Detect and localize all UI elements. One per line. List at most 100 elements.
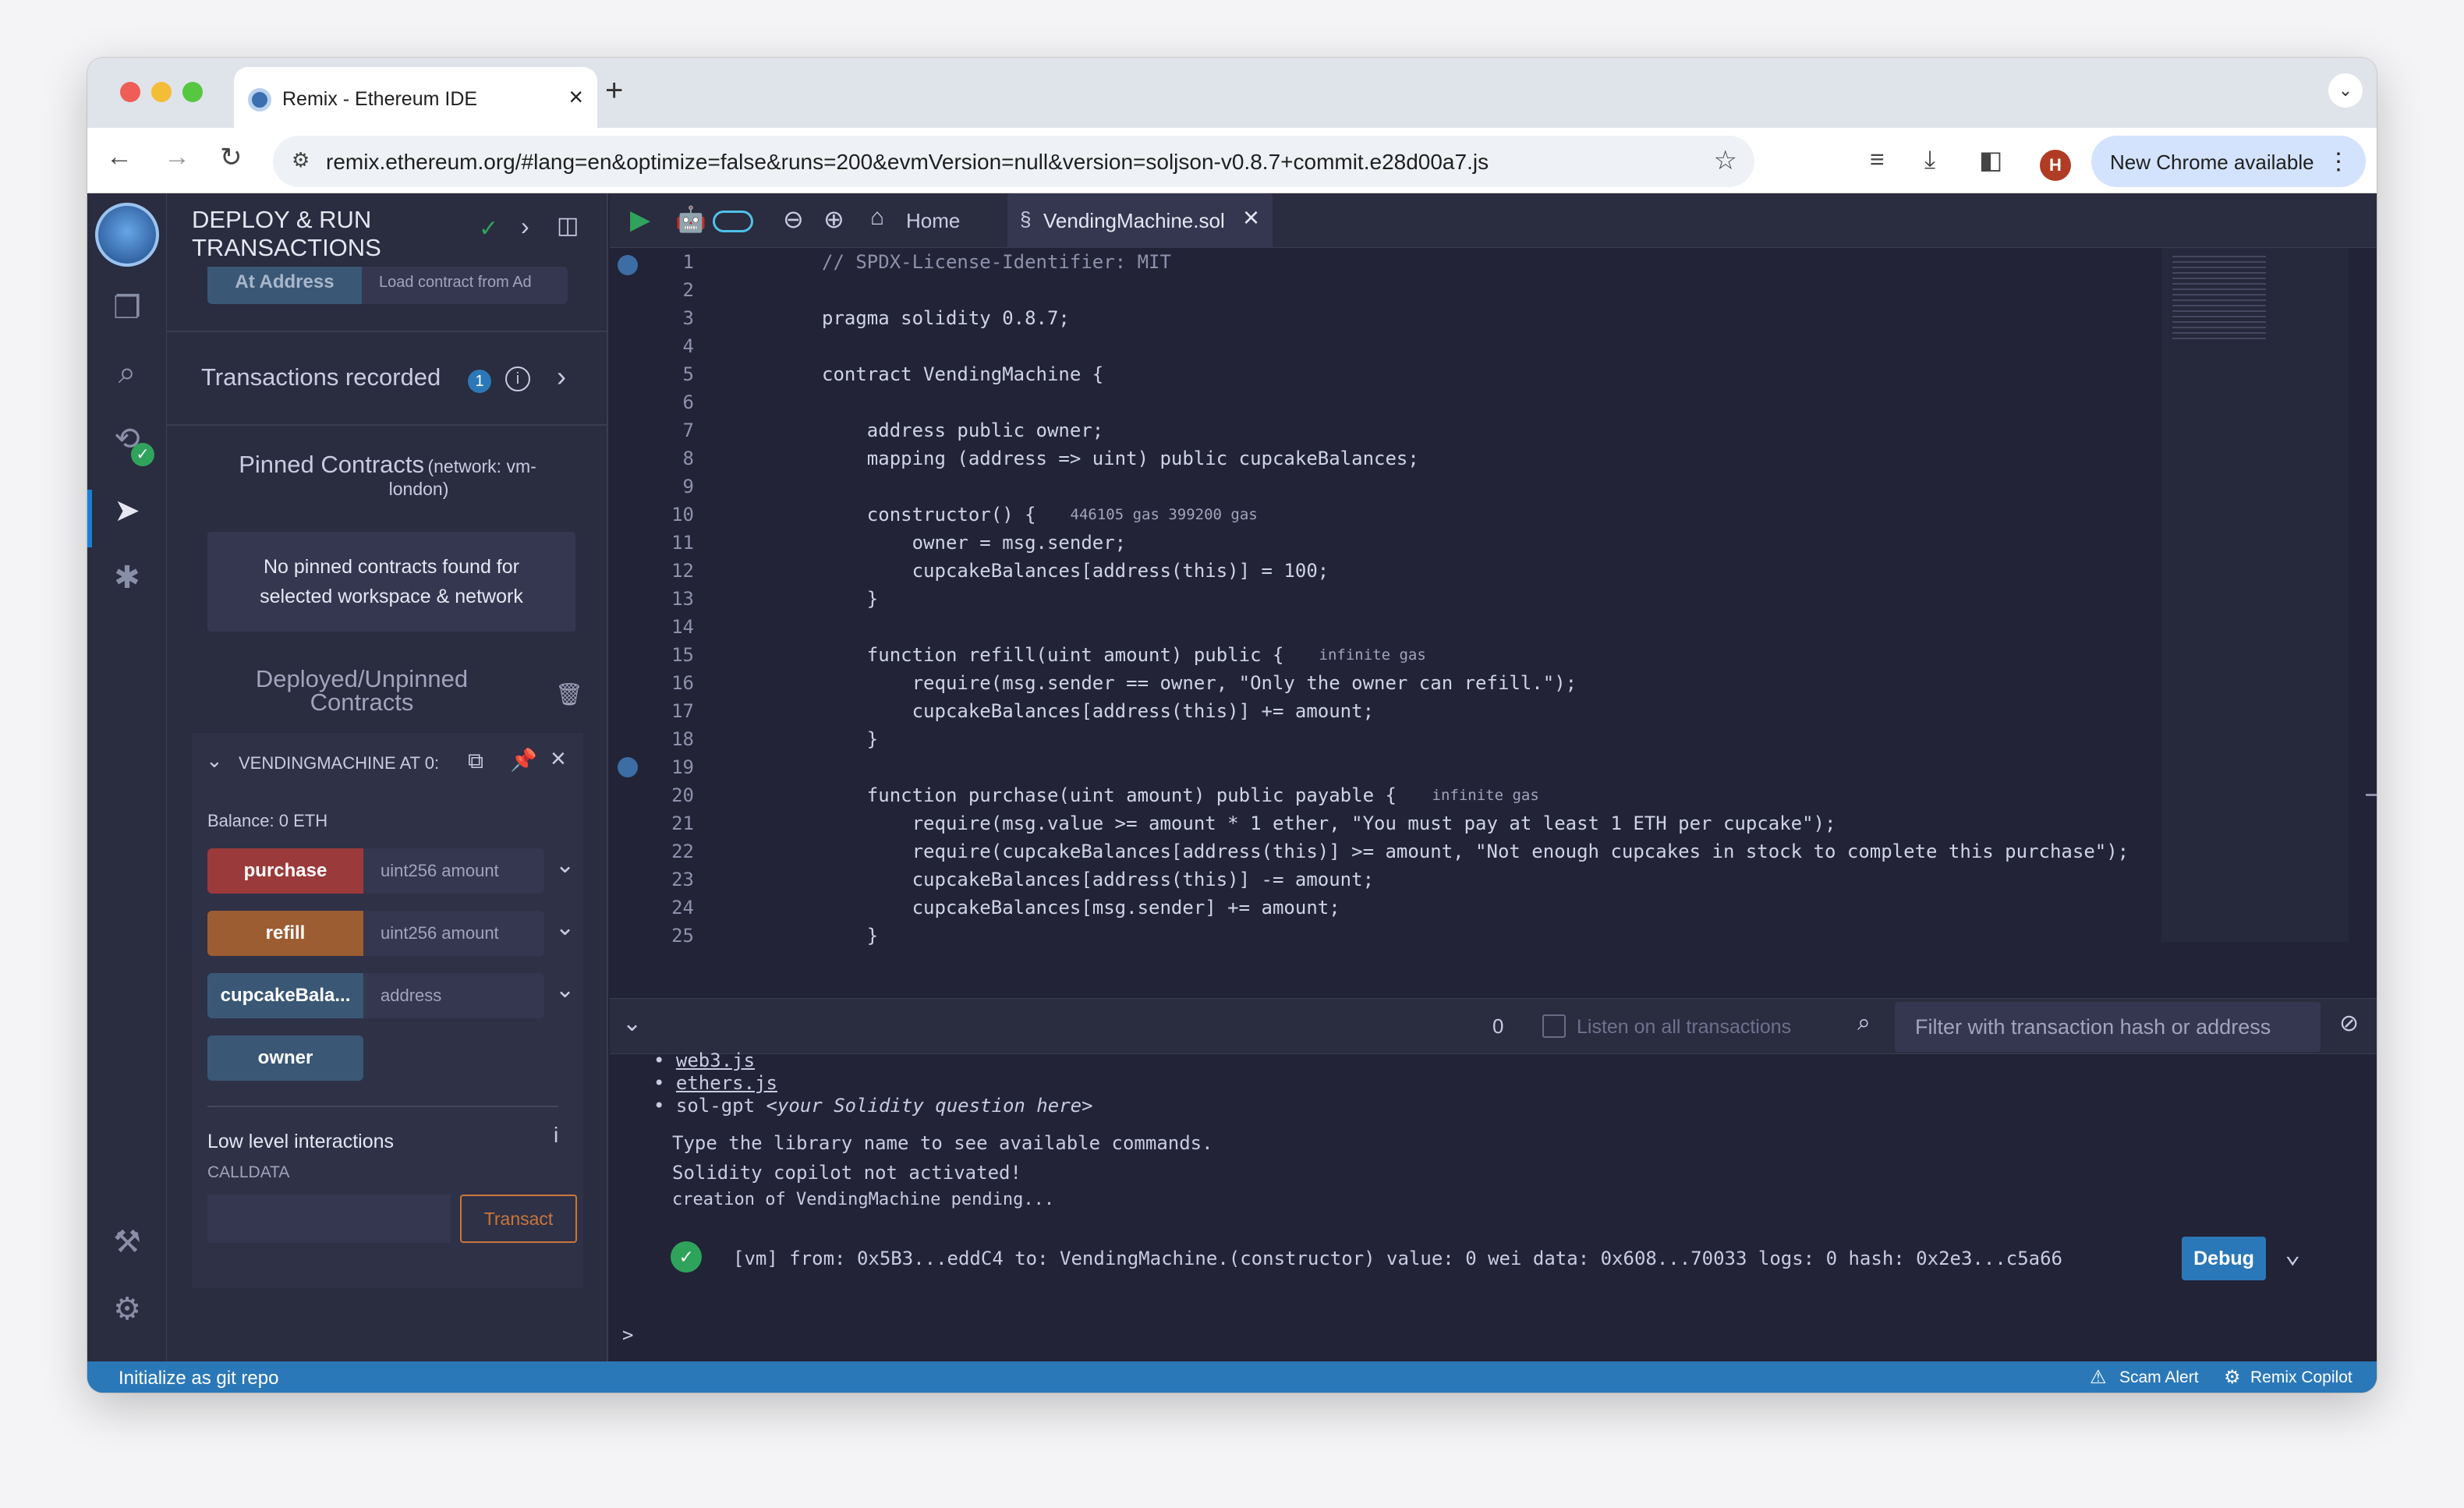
close-tab-icon[interactable]: × — [1243, 201, 1259, 234]
zoom-in-icon[interactable]: ⊕ — [823, 204, 844, 234]
code-line: require(msg.sender == owner, "Only the o… — [822, 672, 1577, 694]
copilot-toggle[interactable] — [713, 211, 753, 232]
terminal-prompt[interactable]: > — [622, 1324, 633, 1346]
debug-button[interactable]: Debug — [2182, 1237, 2266, 1280]
expand-chevron-icon[interactable]: ⌄ — [555, 976, 575, 1004]
terminal-output[interactable]: • web3.js • ethers.js • sol-gpt <your So… — [610, 1050, 2377, 1361]
search-icon[interactable]: ⌕ — [87, 356, 167, 391]
close-tab-icon[interactable]: × — [568, 83, 583, 112]
purchase-amount-input[interactable]: uint256 amount — [363, 848, 544, 894]
divider — [167, 331, 607, 332]
file-explorer-icon[interactable]: ❐ — [87, 290, 167, 326]
tab-title: Remix - Ethereum IDE — [282, 88, 478, 110]
web3-link[interactable]: web3.js — [676, 1050, 755, 1071]
copilot-robot-icon[interactable]: 🤖 — [675, 204, 706, 234]
zoom-out-icon[interactable]: ⊖ — [783, 204, 804, 234]
minimap[interactable] — [2161, 248, 2349, 942]
clear-console-icon[interactable]: ⊘ — [2339, 1010, 2359, 1037]
transactions-recorded-label[interactable]: Transactions recorded — [201, 363, 441, 391]
run-script-icon[interactable]: ▶ — [630, 204, 650, 235]
toggle-panel-icon[interactable]: ◫ — [557, 212, 579, 239]
expand-chevron-icon[interactable]: ⌄ — [555, 914, 575, 941]
settings-gear-icon[interactable]: ⚙ — [87, 1291, 167, 1327]
filter-transactions-input[interactable]: Filter with transaction hash or address — [1895, 1002, 2321, 1052]
remix-copilot[interactable]: Remix Copilot — [2250, 1368, 2352, 1387]
info-icon[interactable]: i — [554, 1123, 558, 1148]
tab-vendingmachine[interactable]: § VendingMachine.sol × — [1007, 193, 1273, 248]
new-tab-button[interactable]: + — [605, 73, 623, 108]
line-number: 13 — [671, 588, 694, 610]
scam-alert[interactable]: Scam Alert — [2119, 1368, 2199, 1387]
code-line: } — [822, 925, 879, 947]
owner-button[interactable]: owner — [207, 1035, 363, 1081]
divider — [207, 1106, 558, 1107]
chevron-right-icon[interactable]: › — [557, 360, 566, 393]
instance-name[interactable]: VENDINGMACHINE AT 0: — [239, 753, 439, 773]
refill-button[interactable]: refill — [207, 911, 363, 956]
code-editor[interactable]: 1// SPDX-License-Identifier: MIT 2 3 pragma… — [610, 248, 2377, 998]
panel-title-line1: DEPLOY & RUN — [192, 206, 372, 233]
code-line: function refill(uint amount) public { — [822, 644, 1284, 666]
purchase-button[interactable]: purchase — [207, 848, 363, 894]
sol-gpt-command: sol-gpt — [675, 1095, 756, 1117]
scrollbar-indicator[interactable] — [2366, 794, 2377, 796]
info-icon[interactable]: i — [505, 366, 530, 391]
code-line: function purchase(uint amount) public pa… — [822, 784, 1397, 806]
zoom-window-button[interactable] — [182, 82, 203, 102]
status-bar: Initialize as git repo ⚠ Scam Alert ⚙ Re… — [87, 1361, 2377, 1393]
profile-avatar[interactable]: H — [2040, 150, 2071, 181]
tab-search-chevron-icon[interactable]: ⌄ — [2328, 73, 2363, 108]
refill-amount-input[interactable]: uint256 amount — [363, 911, 544, 956]
plugin-manager-icon[interactable]: ⚒ — [87, 1224, 167, 1260]
new-chrome-available-button[interactable]: New Chrome available ⋮ — [2091, 136, 2366, 187]
pinned-contracts-heading: Pinned Contracts (network: vm- london) — [167, 451, 607, 500]
cupcake-balances-button[interactable]: cupcakeBala... — [207, 973, 363, 1018]
deploy-run-icon[interactable]: ➤ — [87, 493, 167, 529]
cupcake-balances-address-input[interactable]: address — [363, 973, 544, 1018]
address-bar[interactable]: ⚙ remix.ethereum.org/#lang=en&optimize=f… — [273, 136, 1754, 187]
load-contract-input[interactable]: Load contract from Ad — [362, 267, 568, 304]
expand-tx-chevron-icon[interactable]: ⌄ — [2285, 1238, 2300, 1269]
close-window-button[interactable] — [120, 82, 140, 102]
deployed-line2: Contracts — [310, 689, 414, 716]
site-info-icon[interactable]: ⚙ — [292, 148, 310, 172]
collapse-terminal-icon[interactable]: ⌄ — [622, 1010, 642, 1037]
line-number: 8 — [682, 448, 694, 469]
url-text[interactable]: remix.ethereum.org/#lang=en&optimize=fal… — [326, 150, 1489, 175]
browser-window: Remix - Ethereum IDE × + ⌄ ← → ↻ ⚙ remix… — [87, 58, 2377, 1393]
browser-tab[interactable]: Remix - Ethereum IDE × — [234, 67, 597, 128]
remix-logo-icon[interactable] — [95, 203, 159, 267]
transact-button[interactable]: Transact — [460, 1195, 577, 1243]
reload-icon[interactable]: ↻ — [220, 142, 243, 173]
expand-chevron-icon[interactable]: ⌄ — [555, 851, 575, 879]
remove-instance-icon[interactable]: × — [551, 744, 566, 774]
pin-icon[interactable]: 📌 — [510, 747, 537, 773]
trash-icon[interactable]: 🗑 — [555, 681, 583, 707]
back-icon[interactable]: ← — [106, 142, 133, 172]
library-list: • web3.js • ethers.js • sol-gpt <your So… — [653, 1050, 1093, 1117]
init-git-repo[interactable]: Initialize as git repo — [119, 1368, 278, 1389]
transaction-log[interactable]: [vm] from: 0x5B3...eddC4 to: VendingMach… — [733, 1248, 2062, 1269]
listen-checkbox[interactable] — [1542, 1014, 1566, 1038]
solidity-compiler-icon[interactable]: ⟲ — [87, 421, 167, 457]
line-number: 2 — [682, 279, 694, 301]
collapse-chevron-icon[interactable]: ⌄ — [206, 749, 223, 773]
copy-icon[interactable]: ⧉ — [468, 749, 483, 774]
minimize-window-button[interactable] — [151, 82, 172, 102]
reading-list-icon[interactable]: ≡ — [1870, 145, 1885, 174]
chevron-right-icon[interactable]: › — [521, 212, 529, 241]
bookmark-star-icon[interactable]: ☆ — [1714, 145, 1737, 176]
forward-icon[interactable]: → — [164, 142, 190, 172]
tab-home[interactable]: Home — [906, 209, 960, 233]
code-line: cupcakeBalances[msg.sender] += amount; — [822, 897, 1340, 919]
debugger-bug-icon[interactable]: ✱ — [87, 560, 167, 596]
terminal-message-1: Type the library name to see available c… — [672, 1132, 1213, 1154]
side-panel-icon[interactable]: ◧ — [1979, 145, 2002, 175]
ethers-link[interactable]: ethers.js — [676, 1072, 777, 1094]
download-icon[interactable]: ⤓ — [1924, 145, 1935, 175]
line-number: 6 — [682, 391, 694, 413]
more-menu-icon[interactable]: ⋮ — [2327, 148, 2350, 175]
calldata-input[interactable] — [207, 1195, 451, 1243]
pinned-title: Pinned Contracts — [239, 451, 425, 478]
at-address-button[interactable]: At Address — [207, 267, 362, 304]
